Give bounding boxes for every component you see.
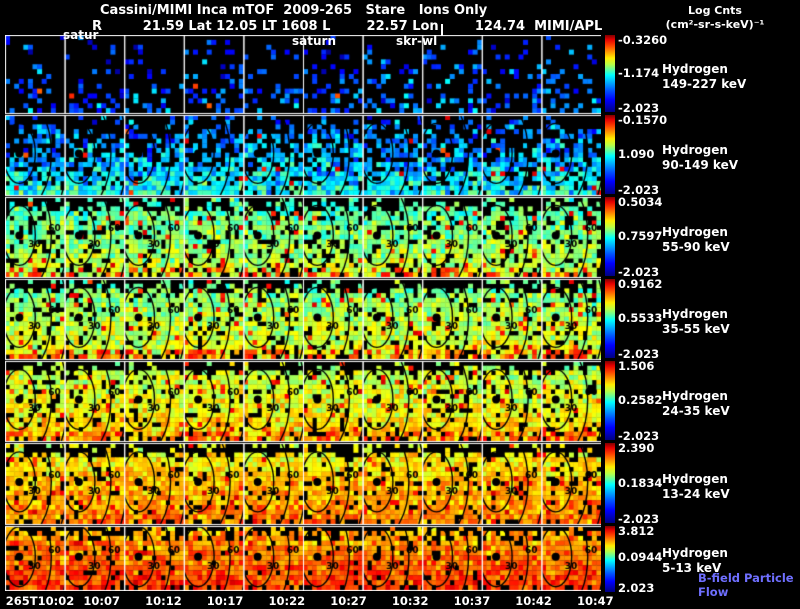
cassini-mimi-ion-spectrogram: Cassini/MIMI Inca mTOF 2009-265 Stare Io… [0,0,800,609]
colorbar-max-label: 1.506 [618,359,655,373]
colorbar-mid-label: -1.174 [618,66,660,80]
colorbar-row-1 [605,35,615,112]
colorbar-mid-label: 0.7597 [618,229,663,243]
time-axis-tick: 10:37 [453,594,491,608]
colorbar-mid-label: 0.0944 [618,550,663,564]
row-species-label: Hydrogen [662,471,728,486]
row-species-label: Hydrogen [662,225,728,239]
colorbar-mid-label: 0.2582 [618,393,663,407]
colorbar-mid-label: 0.5533 [618,311,663,325]
panel-annotation-skr-wl: skr-wl [396,34,438,48]
colorbar-row-7 [605,526,615,592]
event-tick-marker [441,24,443,36]
colorbar-row-2 [605,115,615,194]
colorbar-max-label: -0.3260 [618,33,668,47]
panel-annotation-satur: satur [63,28,99,42]
colorbar-max-label: 0.5034 [618,195,663,209]
spectrogram-heatmap-canvas [5,35,601,591]
colorbar-row-6 [605,443,615,523]
colorbar-units-line2: (cm²-sr-s-keV)⁻¹ [665,18,765,31]
row-species-label: Hydrogen [662,389,728,403]
colorbar-units: Log Cnts (cm²-sr-s-keV)⁻¹ [640,4,790,32]
colorbar-max-label: -0.1570 [618,113,668,127]
row-energy-label: 24-35 keV [662,404,730,418]
plot-title: Cassini/MIMI Inca mTOF 2009-265 Stare Io… [100,3,488,18]
colorbar-row-5 [605,361,615,440]
time-axis-tick: 10:12 [145,594,182,608]
bfield-particle-flow-note: B-field Particle Flow [698,571,794,599]
colorbar-max-label: 0.9162 [618,277,663,291]
colorbar-mid-label: 1.090 [618,147,655,161]
colorbar-min-label: 2.023 [618,581,655,595]
time-axis-tick: 10:07 [83,594,120,608]
row-species-label: Hydrogen [662,62,728,76]
row-energy-label: 149-227 keV [662,77,747,91]
colorbar-units-line1: Log Cnts [688,4,742,17]
plot-subtitle: R 21.59 Lat 12.05 LT 1608 L 22.57 Lon 12… [92,19,603,34]
time-axis-tick: 10:22 [268,594,306,608]
row-energy-label: 90-149 keV [662,158,738,172]
time-axis-tick: 10:47 [576,594,614,608]
colorbar-max-label: 2.390 [618,441,655,455]
colorbar-row-3 [605,197,615,276]
row-species-label: Hydrogen [662,546,728,560]
time-axis-tick: 10:17 [206,594,244,608]
time-axis-tick: 10:27 [330,594,367,608]
colorbar-row-4 [605,279,615,358]
row-energy-label: 13-24 keV [662,486,730,501]
panel-annotation-saturn: saturn [292,34,336,48]
row-energy-label: 55-90 keV [662,240,730,254]
time-axis-tick: 10:32 [391,594,429,608]
row-energy-label: 35-55 keV [662,322,730,336]
time-axis-tick: 265T10:02 [5,594,75,608]
row-species-label: Hydrogen [662,143,728,157]
colorbar-mid-label: 0.1834 [618,475,663,490]
time-axis-tick: 10:42 [515,594,552,608]
row-species-label: Hydrogen [662,307,728,321]
colorbar-max-label: 3.812 [618,524,655,538]
